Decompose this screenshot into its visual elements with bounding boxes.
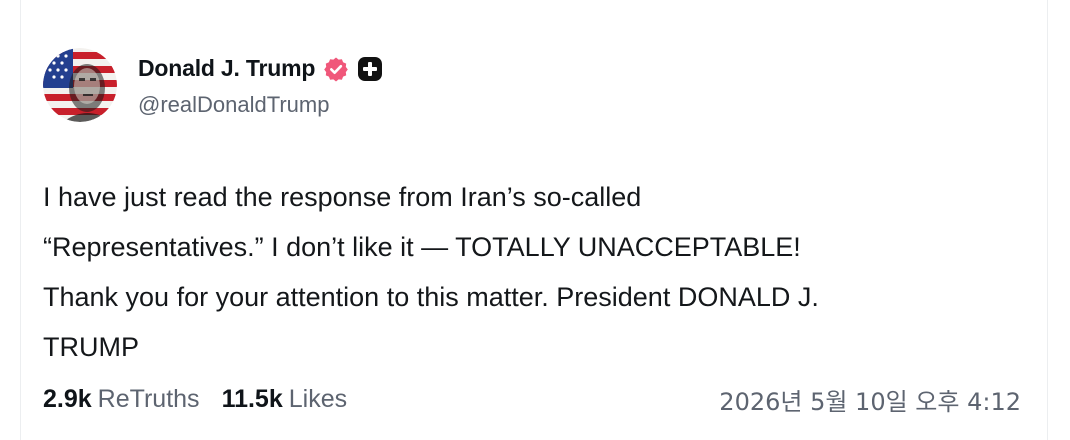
- retruths-stat[interactable]: 2.9k ReTruths: [43, 385, 200, 414]
- retruths-count: 2.9k: [43, 384, 92, 413]
- likes-label: Likes: [288, 384, 348, 413]
- post-footer: 2.9k ReTruths 11.5k Likes 2026년 5월 10일 오…: [43, 379, 1021, 419]
- post-text-line: Thank you for your attention to this mat…: [43, 282, 819, 312]
- avatar[interactable]: [43, 48, 117, 122]
- likes-count: 11.5k: [221, 384, 283, 413]
- plus-badge-icon: [357, 56, 383, 82]
- verified-badge-icon: [323, 56, 349, 82]
- post-text-line: TRUMP: [43, 332, 139, 362]
- post-text-line: I have just read the response from Iran’…: [43, 182, 642, 212]
- post-body: I have just read the response from Iran’…: [43, 172, 1028, 372]
- author-handle[interactable]: @realDonaldTrump: [138, 92, 383, 118]
- likes-stat[interactable]: 11.5k Likes: [222, 385, 348, 414]
- author-names: Donald J. Trump @realDonaldTrump: [138, 53, 383, 118]
- flag-portrait-avatar-icon: [43, 48, 117, 122]
- post-text-line: “Representatives.” I don’t like it — TOT…: [43, 232, 801, 262]
- post-header: Donald J. Trump @realDonaldTrump: [43, 48, 383, 122]
- name-row: Donald J. Trump: [138, 53, 383, 85]
- post-card: Donald J. Trump @realDonaldTrump I have …: [20, 0, 1048, 440]
- post-timestamp[interactable]: 2026년 5월 10일 오후 4:12: [719, 382, 1021, 417]
- display-name[interactable]: Donald J. Trump: [138, 55, 315, 82]
- retruths-label: ReTruths: [97, 384, 200, 413]
